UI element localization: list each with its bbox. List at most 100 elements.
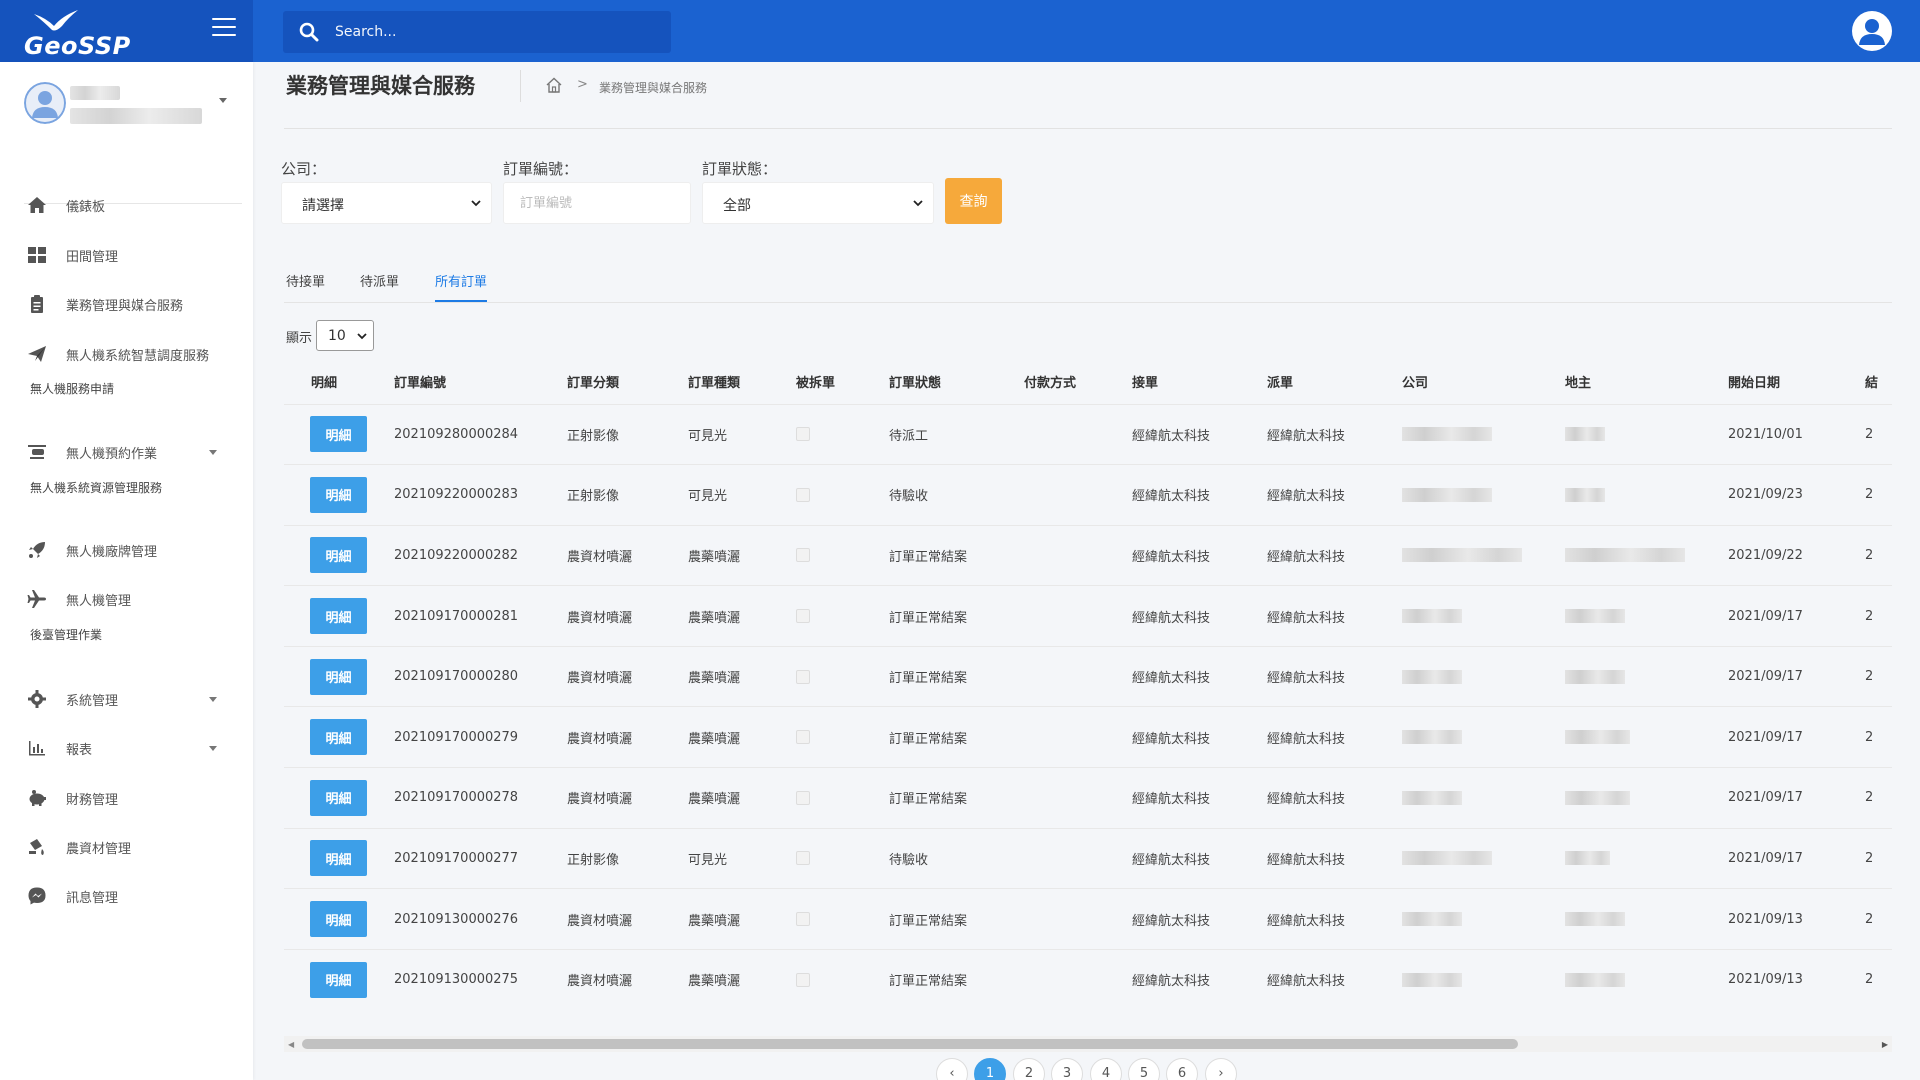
- company-redacted: [1402, 669, 1462, 684]
- search-icon[interactable]: [299, 22, 319, 42]
- detail-button[interactable]: 明細: [310, 658, 367, 695]
- split-checkbox[interactable]: [796, 790, 810, 805]
- detail-button[interactable]: 明細: [310, 840, 367, 877]
- dispatcher-cell: 經緯航太科技: [1267, 767, 1402, 829]
- chevron-down-icon: [209, 746, 217, 751]
- col-header-dispatcher[interactable]: 派單: [1267, 360, 1402, 404]
- sidebar-item-dashboard[interactable]: 儀錶板: [0, 185, 253, 225]
- query-button[interactable]: 查詢: [945, 178, 1002, 224]
- detail-cell: 明細: [284, 706, 394, 768]
- split-checkbox[interactable]: [796, 609, 810, 624]
- sidebar-item-finance[interactable]: 財務管理: [0, 778, 253, 818]
- title-divider: [520, 70, 521, 102]
- end-date-cell: 2: [1855, 767, 1892, 829]
- landowner-redacted: [1565, 851, 1610, 866]
- col-header-status[interactable]: 訂單狀態: [889, 360, 1024, 404]
- detail-button[interactable]: 明細: [310, 901, 367, 938]
- top-bar: GeoSSP: [0, 0, 1920, 62]
- col-header-company[interactable]: 公司: [1402, 360, 1565, 404]
- pagination-prev-button[interactable]: ‹: [936, 1058, 968, 1080]
- company-select[interactable]: 請選擇: [281, 182, 492, 224]
- end-date-cell: 2: [1855, 524, 1892, 586]
- type-cell: 農藥噴灑: [688, 524, 796, 586]
- company-cell: [1402, 645, 1565, 707]
- chevron-down-icon[interactable]: [219, 98, 227, 103]
- split-checkbox[interactable]: [796, 851, 810, 866]
- tab-pending-accept[interactable]: 待接單: [286, 271, 325, 300]
- sidebar-item-field[interactable]: 田間管理: [0, 235, 253, 275]
- breadcrumb-current: 業務管理與媒合服務: [599, 81, 708, 95]
- sidebar-item-messages[interactable]: 訊息管理: [0, 876, 253, 916]
- search-input[interactable]: [335, 20, 655, 44]
- page-size-select[interactable]: 10: [316, 320, 374, 351]
- pagination-page-1[interactable]: 1: [974, 1058, 1006, 1080]
- sidebar-item-report[interactable]: 報表: [0, 728, 253, 768]
- tab-all-orders[interactable]: 所有訂單: [435, 271, 488, 302]
- col-header-split[interactable]: 被拆單: [796, 360, 889, 404]
- company-select-value: 請選擇: [302, 198, 344, 214]
- detail-button[interactable]: 明細: [310, 961, 367, 998]
- status-select[interactable]: 全部: [702, 182, 934, 224]
- split-checkbox[interactable]: [796, 972, 810, 987]
- col-header-payment[interactable]: 付款方式: [1024, 360, 1132, 404]
- sidebar-item-label: 無人機廠牌管理: [66, 545, 158, 560]
- pagination-next-button[interactable]: ›: [1205, 1058, 1237, 1080]
- scroll-right-icon[interactable]: ▶: [1882, 1040, 1888, 1049]
- col-header-category[interactable]: 訂單分類: [567, 360, 688, 404]
- sidebar-item-label: 訊息管理: [66, 891, 119, 906]
- landowner-cell: [1565, 585, 1728, 647]
- detail-button[interactable]: 明細: [310, 476, 367, 513]
- col-header-receiver[interactable]: 接單: [1132, 360, 1267, 404]
- split-checkbox[interactable]: [796, 912, 810, 927]
- horizontal-scrollbar[interactable]: ◀ ▶: [284, 1036, 1892, 1052]
- sidebar-item-dispatch[interactable]: 無人機系統智慧調度服務: [0, 334, 253, 374]
- start-date-cell: 2021/09/22: [1728, 524, 1855, 586]
- split-cell: [796, 767, 889, 829]
- pagination-page-5[interactable]: 5: [1128, 1058, 1160, 1080]
- pagination-page-2[interactable]: 2: [1013, 1058, 1045, 1080]
- split-checkbox[interactable]: [796, 730, 810, 745]
- split-checkbox[interactable]: [796, 487, 810, 502]
- scroll-left-icon[interactable]: ◀: [288, 1040, 294, 1049]
- app-logo[interactable]: GeoSSP: [22, 10, 132, 60]
- detail-button[interactable]: 明細: [310, 779, 367, 816]
- col-header-start-date[interactable]: 開始日期: [1728, 360, 1855, 404]
- col-header-end-date[interactable]: 結: [1855, 360, 1892, 404]
- menu-toggle-icon[interactable]: [212, 18, 236, 38]
- user-profile[interactable]: [24, 82, 244, 142]
- order-tabs: 待接單 待派單 所有訂單: [284, 268, 1892, 303]
- col-header-order-no[interactable]: 訂單編號: [394, 360, 567, 404]
- detail-button[interactable]: 明細: [310, 598, 367, 635]
- payment-cell: [1024, 827, 1132, 889]
- order-no-input[interactable]: [503, 182, 691, 224]
- col-header-type[interactable]: 訂單種類: [688, 360, 796, 404]
- landowner-cell: [1565, 403, 1728, 465]
- scrollbar-thumb[interactable]: [302, 1039, 1518, 1049]
- col-header-landowner[interactable]: 地主: [1565, 360, 1728, 404]
- user-avatar-icon[interactable]: [1852, 11, 1892, 51]
- detail-button[interactable]: 明細: [310, 416, 367, 453]
- gear-icon: [28, 690, 46, 708]
- sidebar-item-agri-material[interactable]: 農資材管理: [0, 827, 253, 867]
- split-checkbox[interactable]: [796, 548, 810, 563]
- sidebar-section-service: 無人機服務申請: [30, 382, 115, 396]
- status-label: 訂單狀態：: [702, 160, 778, 178]
- detail-button[interactable]: 明細: [310, 719, 367, 756]
- tab-pending-dispatch[interactable]: 待派單: [360, 271, 399, 300]
- detail-button[interactable]: 明細: [310, 537, 367, 574]
- dispatcher-cell: 經緯航太科技: [1267, 827, 1402, 889]
- sidebar-item-drone[interactable]: 無人機管理: [0, 579, 253, 619]
- sidebar-item-system[interactable]: 系統管理: [0, 679, 253, 719]
- detail-cell: 明細: [284, 524, 394, 586]
- pagination-page-6[interactable]: 6: [1166, 1058, 1198, 1080]
- home-icon[interactable]: [545, 76, 563, 94]
- table-row: 明細 202109170000277 正射影像 可見光 待驗收 經緯航太科技 經緯航太科技 2…: [284, 827, 1892, 889]
- sidebar-item-drone-brand[interactable]: 無人機廠牌管理: [0, 530, 253, 570]
- pagination-page-4[interactable]: 4: [1090, 1058, 1122, 1080]
- sidebar-item-business[interactable]: 業務管理與媒合服務: [0, 284, 253, 324]
- col-header-detail[interactable]: 明細: [284, 360, 394, 404]
- sidebar-item-booking[interactable]: 無人機預約作業: [0, 432, 253, 472]
- split-checkbox[interactable]: [796, 427, 810, 442]
- split-checkbox[interactable]: [796, 669, 810, 684]
- pagination-page-3[interactable]: 3: [1051, 1058, 1083, 1080]
